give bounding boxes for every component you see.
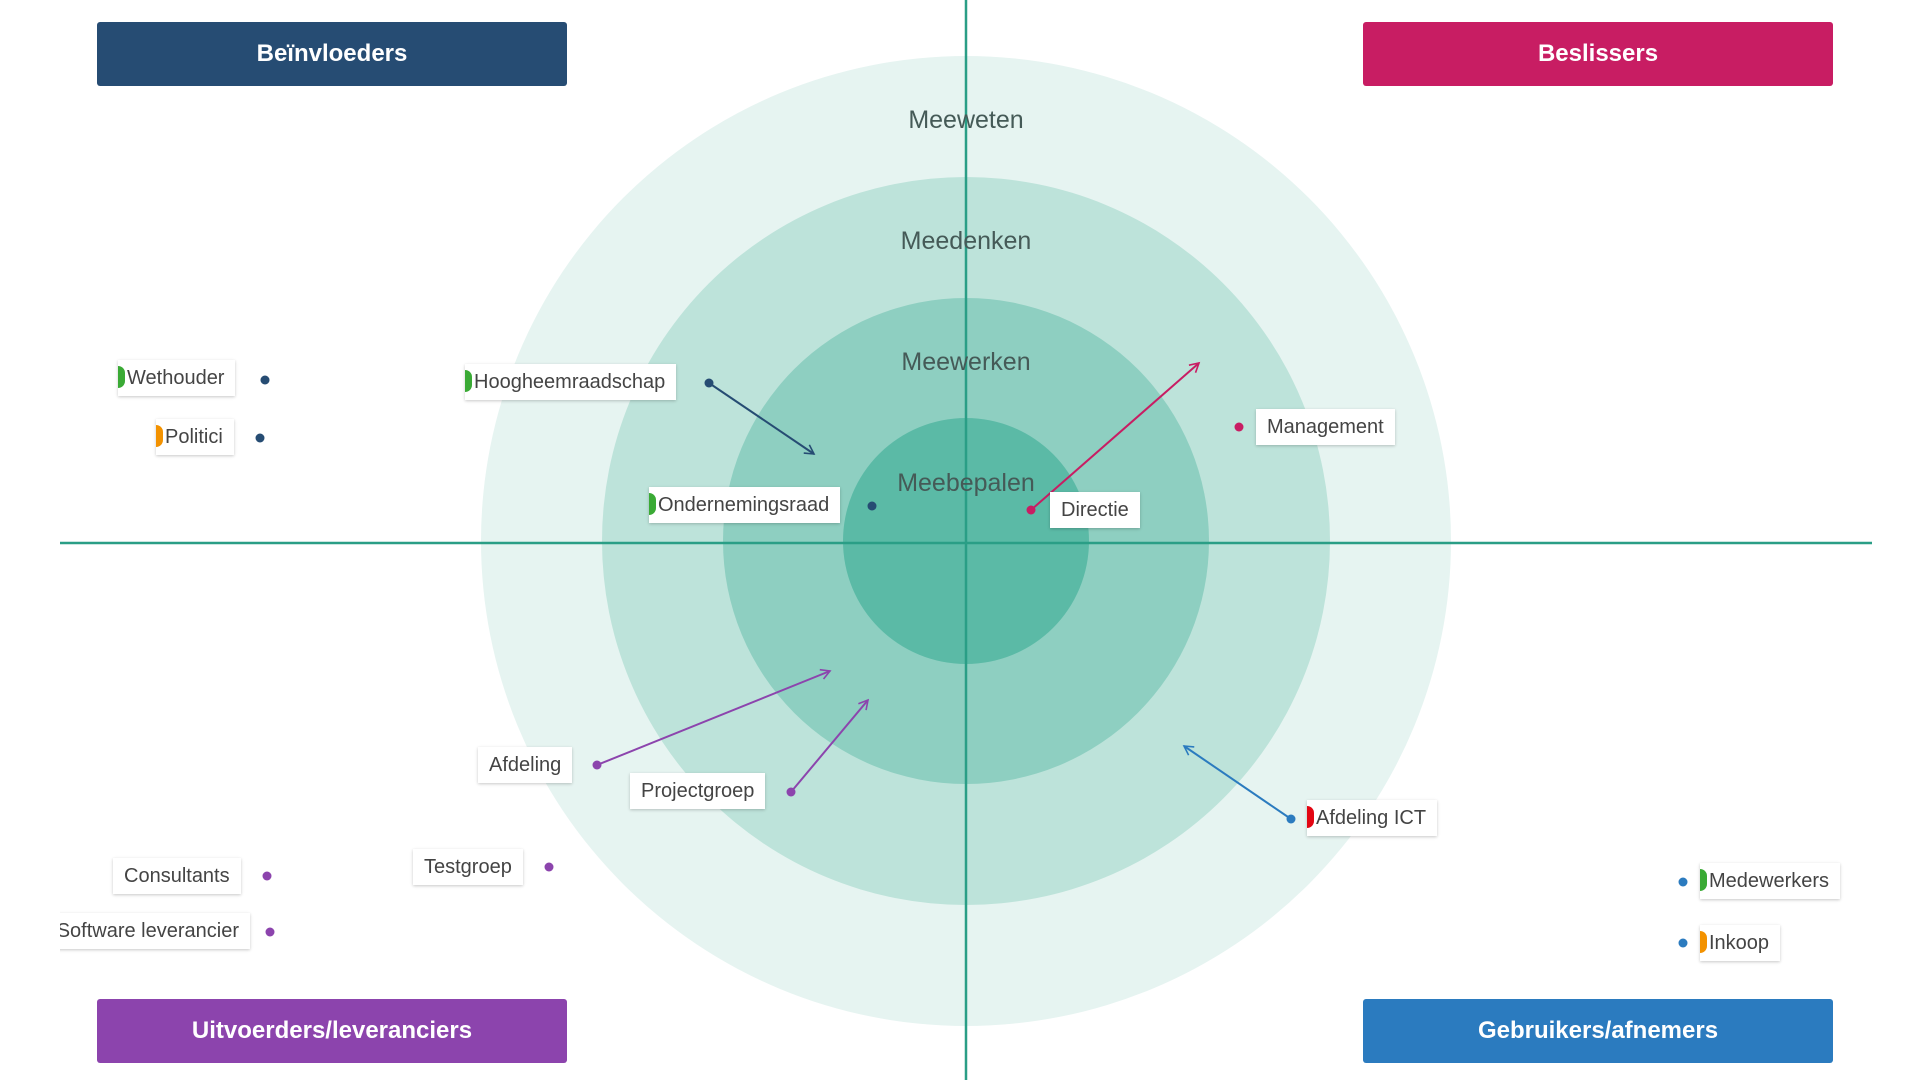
stakeholder-label: Wethouder	[127, 367, 225, 389]
stakeholder-label: Projectgroep	[641, 780, 755, 802]
dot-ondernemingsraad	[867, 501, 877, 511]
orange-indicator-icon	[156, 425, 163, 447]
ring-label-outer: Meeweten	[908, 106, 1024, 134]
stakeholder-hoogheemraadschap[interactable]: Hoogheemraadschap	[465, 364, 677, 400]
stakeholder-ondernemingsraad[interactable]: Ondernemingsraad	[649, 487, 841, 523]
stakeholder-label: Directie	[1061, 499, 1129, 521]
stakeholder-label: Medewerkers	[1709, 870, 1830, 892]
green-indicator-icon	[465, 370, 472, 392]
quadrant-header-influencers: Beïnvloeders	[97, 22, 567, 86]
stakeholder-label: Ondernemingsraad	[658, 494, 830, 516]
dot-politici	[255, 433, 265, 443]
onion-diagram	[60, 0, 1872, 1080]
stakeholder-map: Meeweten Meedenken Meewerken Meebepalen …	[0, 0, 1920, 1080]
stakeholder-consultants[interactable]: Consultants	[113, 858, 241, 894]
stakeholder-medewerkers[interactable]: Medewerkers	[1700, 863, 1841, 899]
dot-testgroep	[544, 862, 554, 872]
stakeholder-testgroep[interactable]: Testgroep	[413, 849, 523, 885]
stakeholder-afdeling-ict[interactable]: Afdeling ICT	[1307, 800, 1438, 836]
ring-label-third: Meewerken	[901, 348, 1031, 376]
stakeholder-label: Testgroep	[424, 856, 512, 878]
dot-management	[1234, 422, 1244, 432]
stakeholder-label: Management	[1267, 416, 1384, 438]
dot-medewerkers	[1678, 877, 1688, 887]
dot-inkoop	[1678, 938, 1688, 948]
dot-afdeling	[592, 760, 602, 770]
dot-projectgroep	[786, 787, 796, 797]
dot-consultants	[262, 871, 272, 881]
stakeholder-wethouder[interactable]: Wethouder	[118, 360, 236, 396]
stakeholder-software-leverancier[interactable]: Software leverancier	[60, 913, 250, 949]
green-indicator-icon	[118, 366, 125, 388]
stakeholder-label: Hoogheemraadschap	[474, 371, 666, 393]
stakeholder-label: Inkoop	[1709, 932, 1770, 954]
stakeholder-management[interactable]: Management	[1256, 409, 1395, 445]
stakeholder-label: Software leverancier	[60, 920, 239, 942]
stakeholder-inkoop[interactable]: Inkoop	[1700, 925, 1781, 961]
stakeholder-politici[interactable]: Politici	[156, 419, 234, 455]
software-leverancier-clip: Software leverancier	[60, 904, 256, 954]
orange-indicator-icon	[1700, 931, 1707, 953]
stakeholder-label: Afdeling ICT	[1316, 807, 1427, 829]
stakeholder-projectgroep[interactable]: Projectgroep	[630, 773, 766, 809]
stakeholder-label: Afdeling	[489, 754, 562, 776]
quadrant-header-deciders: Beslissers	[1363, 22, 1833, 86]
quadrant-header-users: Gebruikers/afnemers	[1363, 999, 1833, 1063]
stakeholder-label: Politici	[165, 426, 223, 448]
ring-label-second: Meedenken	[900, 227, 1032, 255]
dot-software-leverancier	[265, 927, 275, 937]
green-indicator-icon	[649, 493, 656, 515]
stakeholder-label: Consultants	[124, 865, 230, 887]
red-indicator-icon	[1307, 806, 1314, 828]
dot-wethouder	[260, 375, 270, 385]
dot-directie	[1026, 505, 1036, 515]
quadrant-header-executors: Uitvoerders/leveranciers	[97, 999, 567, 1063]
green-indicator-icon	[1700, 869, 1707, 891]
dot-hoogheemraadschap	[704, 378, 714, 388]
stakeholder-afdeling[interactable]: Afdeling	[478, 747, 573, 783]
stakeholder-directie[interactable]: Directie	[1050, 492, 1140, 528]
dot-afdeling-ict	[1286, 814, 1296, 824]
